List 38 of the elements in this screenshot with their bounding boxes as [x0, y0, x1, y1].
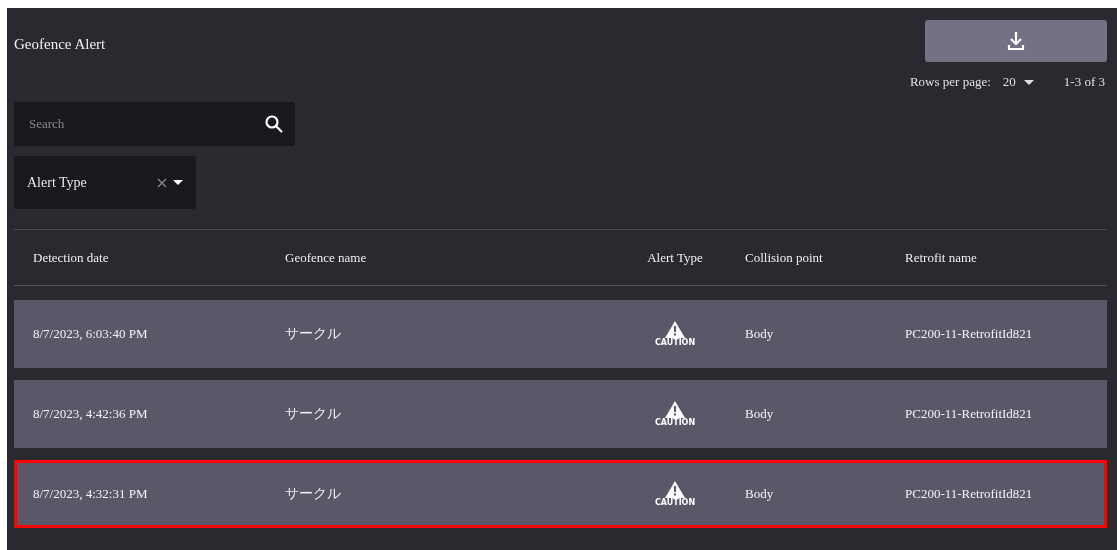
table-cell-text: Body: [745, 406, 775, 422]
alert-type-filter[interactable]: Alert Type: [14, 156, 196, 209]
table-cell-text: Body: [745, 486, 775, 502]
table-cell-text: サークル: [285, 485, 342, 503]
table-cell-text: サークル: [285, 405, 342, 423]
rows-per-page-select[interactable]: 20: [1002, 74, 1034, 90]
caret-icon: [1023, 79, 1034, 85]
table-row[interactable]: 8/7/2023, 6:03:40 PM サークル CAUTION Body PC200-11-RetrofitId821: [14, 300, 1107, 368]
table-row[interactable]: 8/7/2023, 4:32:31 PM サークル CAUTION Body PC200-11-RetrofitId821: [14, 460, 1107, 528]
column-header: Retrofit name: [905, 249, 978, 266]
table-cell-text: PC200-11-RetrofitId821: [905, 326, 1034, 342]
column-header: Collision point: [745, 249, 824, 266]
alert-label: CAUTION: [654, 418, 696, 427]
page-title: Geofence Alert: [14, 36, 106, 53]
table-row[interactable]: 8/7/2023, 4:42:36 PM サークル CAUTION Body PC200-11-RetrofitId821: [14, 380, 1107, 448]
table-cell-text: 8/7/2023, 4:32:31 PM: [33, 486, 149, 502]
column-header: Alert Type: [647, 249, 703, 266]
clear-icon[interactable]: [157, 177, 167, 188]
search-field[interactable]: Search: [14, 102, 295, 146]
table-cell-text: PC200-11-RetrofitId821: [905, 486, 1034, 502]
rows-per-page-label: Rows per page:: [909, 74, 991, 90]
table-cell-text: 8/7/2023, 6:03:40 PM: [33, 326, 149, 342]
table-cell-text: サークル: [285, 325, 342, 343]
alert-label: CAUTION: [654, 498, 696, 507]
warning-icon: [665, 401, 685, 418]
download-icon: [1007, 31, 1025, 51]
alert-label: CAUTION: [654, 338, 696, 347]
column-header: Geofence name: [285, 249, 368, 266]
table-cell-text: Body: [745, 326, 775, 342]
page-range: 1-3 of 3: [1063, 74, 1105, 90]
search-icon: [265, 115, 283, 133]
table-cell-text: 8/7/2023, 4:42:36 PM: [33, 406, 149, 422]
warning-icon: [665, 481, 685, 498]
caret-icon[interactable]: [173, 180, 183, 185]
search-input[interactable]: Search: [27, 115, 231, 133]
warning-icon: [665, 321, 685, 338]
table-cell-text: PC200-11-RetrofitId821: [905, 406, 1034, 422]
column-header: Detection date: [33, 249, 110, 266]
